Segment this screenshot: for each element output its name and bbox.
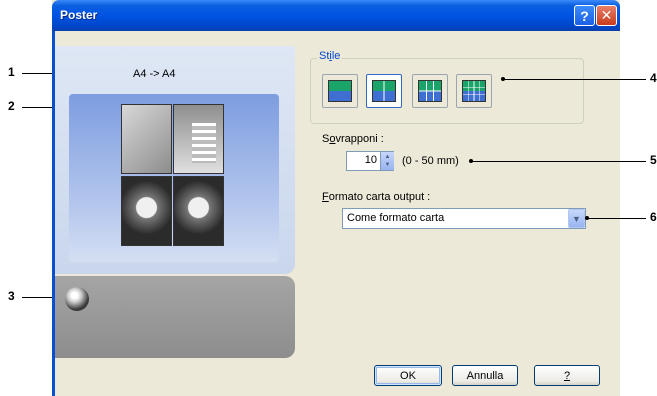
ok-button[interactable]: OK: [374, 365, 442, 386]
callout-6: 6: [650, 210, 657, 224]
chevron-up-icon[interactable]: ▲: [385, 153, 391, 161]
poster-tile-bottom-left: [121, 176, 172, 246]
callout-4-line: [504, 79, 646, 80]
paper-size-label: A4 -> A4: [133, 68, 176, 80]
style-2x2-icon: [372, 80, 396, 102]
stile-label: Stile: [317, 50, 343, 62]
callout-6-line: [588, 218, 646, 219]
style-4x4-icon: [462, 80, 486, 102]
callout-4: 4: [650, 71, 657, 85]
help-button[interactable]: ?: [534, 365, 600, 386]
style-button-4x4[interactable]: [456, 74, 492, 108]
sphere-icon: [65, 287, 89, 311]
callout-5: 5: [650, 153, 657, 167]
help-title-button[interactable]: ?: [574, 5, 595, 26]
dropdown-button[interactable]: ▼: [568, 209, 585, 228]
poster-preview: [69, 94, 279, 262]
chevron-down-icon: ▼: [572, 213, 581, 224]
style-button-1x1[interactable]: [322, 74, 358, 108]
style-3x3-icon: [418, 80, 442, 102]
output-paper-select[interactable]: Come formato carta: [342, 208, 586, 229]
close-icon: ✕: [600, 7, 613, 23]
style-button-3x3[interactable]: [412, 74, 448, 108]
output-paper-value: Come formato carta: [347, 212, 445, 224]
callout-2: 2: [8, 99, 15, 113]
window-title: Poster: [60, 8, 98, 22]
style-button-2x2[interactable]: [366, 74, 402, 108]
poster-tile-top-right: [173, 104, 224, 174]
help-icon: ?: [580, 7, 589, 24]
preview-panel: A4 -> A4: [55, 46, 295, 274]
poster-tile-top-left: [121, 104, 172, 174]
poster-dialog: Poster ? ✕ A4 -> A4 Stile Sovrapponi : 1…: [52, 0, 620, 396]
callout-1: 1: [8, 65, 15, 79]
close-button[interactable]: ✕: [596, 5, 617, 26]
overlap-label: Sovrapponi :: [322, 133, 384, 145]
chevron-down-icon[interactable]: ▼: [385, 161, 391, 169]
overlap-stepper[interactable]: ▲ ▼: [380, 152, 394, 170]
poster-tile-bottom-right: [173, 176, 224, 246]
callout-5-line: [472, 161, 646, 162]
title-bar[interactable]: Poster ? ✕: [52, 0, 620, 31]
overlap-range: (0 - 50 mm): [402, 155, 459, 167]
output-paper-label: Formato carta output :: [322, 191, 431, 203]
status-panel: [55, 276, 295, 358]
cancel-button[interactable]: Annulla: [452, 365, 518, 386]
style-1x1-icon: [328, 80, 352, 102]
callout-3: 3: [8, 289, 15, 303]
